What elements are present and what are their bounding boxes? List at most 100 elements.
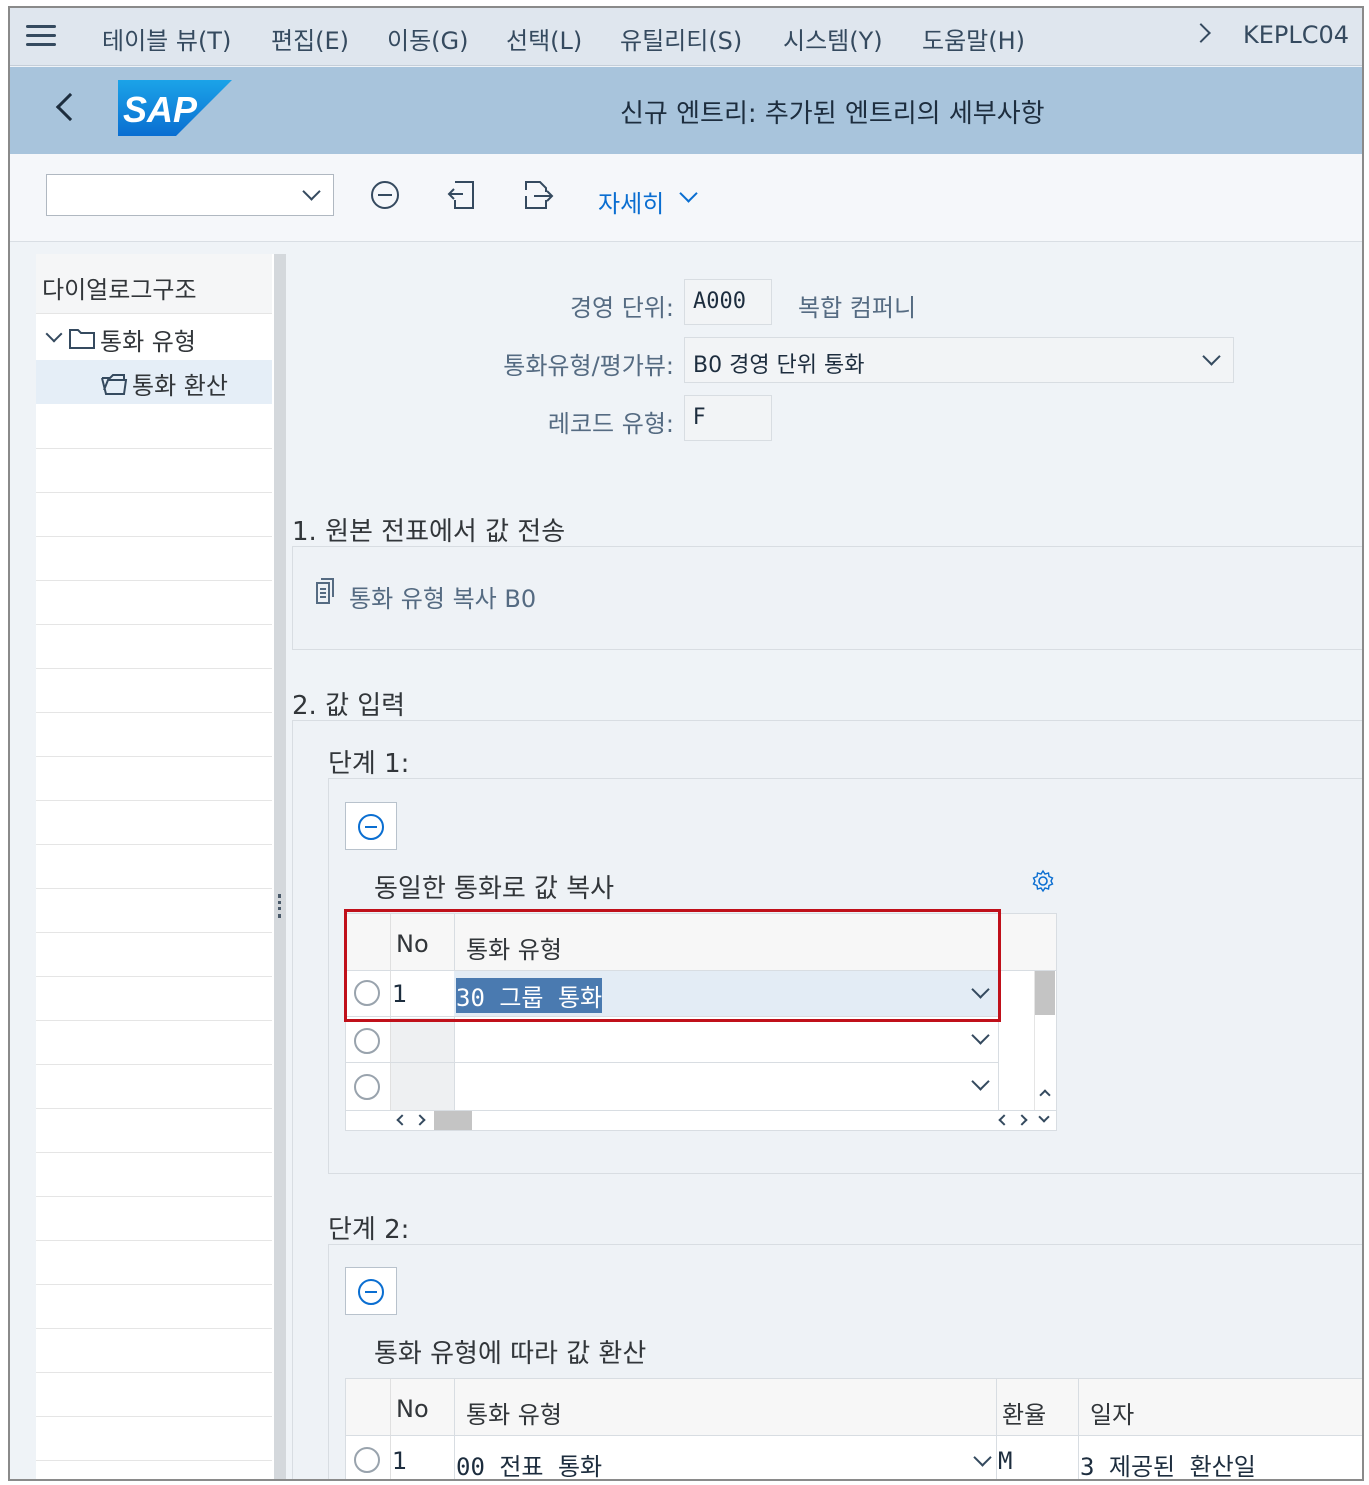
scrollbar-thumb[interactable] (1035, 971, 1055, 1015)
row-number-cells (391, 1018, 454, 1110)
horizontal-scrollbar[interactable] (346, 1111, 1056, 1130)
menu-goto[interactable]: 이동(G) (387, 21, 468, 56)
column-header-currency-type[interactable]: 통화 유형 (466, 1395, 562, 1430)
menu-table-view[interactable]: 테이블 뷰(T) (102, 21, 231, 56)
scroll-left-icon[interactable] (998, 1114, 1010, 1126)
column-divider (454, 1379, 455, 1479)
tree-divider (36, 1372, 272, 1373)
dialog-structure-tree: 다이얼로그구조 통화 유형 통화 환산 (36, 254, 274, 1479)
more-chevron-icon (679, 184, 698, 203)
tree-header: 다이얼로그구조 (36, 254, 272, 314)
gear-icon[interactable] (1031, 869, 1055, 893)
row-divider (346, 1435, 1362, 1436)
menu-help[interactable]: 도움말(H) (922, 21, 1025, 56)
record-type-label: 레코드 유형: (547, 410, 674, 438)
tree-divider (36, 668, 272, 669)
tree-divider (36, 1064, 272, 1065)
chevron-down-icon (1202, 347, 1221, 366)
title-bar: SAP 신규 엔트리: 추가된 엔트리의 세부사항 (10, 67, 1362, 154)
step-2-title: 단계 2: (328, 1215, 410, 1245)
chevron-down-icon (302, 182, 321, 201)
tree-divider (36, 448, 272, 449)
next-entry-icon[interactable] (520, 178, 554, 212)
open-folder-icon (101, 374, 128, 395)
record-type-field[interactable]: F (684, 395, 772, 441)
collapse-icon (358, 1279, 384, 1305)
tree-divider (36, 756, 272, 757)
previous-entry-icon[interactable] (445, 178, 479, 212)
column-header-exchange-rate[interactable]: 환율 (1002, 1395, 1046, 1430)
currency-type-cell[interactable]: 00 전표 통화 (456, 1447, 602, 1479)
copy-currency-type-link[interactable]: 통화 유형 복사 B0 (349, 579, 536, 614)
currency-type-value: B0 경영 단위 통화 (693, 353, 865, 378)
column-header-date[interactable]: 일자 (1090, 1395, 1134, 1430)
expand-chevron-icon[interactable] (45, 325, 63, 343)
collapse-icon (358, 814, 384, 840)
tree-item-currency-conversion[interactable]: 통화 환산 (36, 360, 272, 404)
menu-utilities[interactable]: 유틸리티(S) (620, 21, 742, 56)
chevron-down-icon[interactable] (973, 1448, 992, 1467)
collapse-icon[interactable] (368, 178, 402, 212)
menu-system[interactable]: 시스템(Y) (783, 21, 883, 56)
tree-divider (36, 1328, 272, 1329)
svg-text:SAP: SAP (123, 89, 198, 130)
scroll-left-icon[interactable] (396, 1114, 408, 1126)
menu-selection[interactable]: 선택(L) (506, 21, 582, 56)
scroll-right-icon[interactable] (414, 1114, 426, 1126)
chevron-right-icon[interactable] (1191, 23, 1211, 43)
tree-item-label: 통화 유형 (100, 328, 196, 356)
row-select-radio[interactable] (354, 1447, 380, 1473)
tree-divider (36, 932, 272, 933)
tree-divider (36, 844, 272, 845)
currency-type-cell[interactable] (454, 1017, 998, 1062)
tree-divider (36, 1284, 272, 1285)
date-cell[interactable]: 3 제공된 환산일 (1080, 1447, 1256, 1479)
currency-type-cell[interactable] (454, 1063, 998, 1109)
company-field[interactable]: A000 (684, 279, 772, 325)
copy-icon (316, 578, 334, 604)
column-divider (996, 1379, 997, 1479)
command-select[interactable] (46, 174, 334, 216)
tree-divider (36, 624, 272, 625)
vertical-scrollbar[interactable] (1034, 971, 1055, 1110)
tree-divider (36, 712, 272, 713)
menu-edit[interactable]: 편집(E) (271, 21, 349, 56)
currency-type-select[interactable]: B0 경영 단위 통화 (684, 337, 1234, 383)
tree-divider (36, 888, 272, 889)
row-select-radio[interactable] (354, 1074, 380, 1100)
scrollbar-thumb[interactable] (434, 1111, 472, 1130)
step-2-table-title: 통화 유형에 따라 값 환산 (374, 1339, 647, 1369)
collapse-step-1-button[interactable] (345, 802, 397, 850)
currency-type-label: 통화유형/평가뷰: (503, 352, 674, 380)
scroll-right-icon[interactable] (1016, 1114, 1028, 1126)
exchange-rate-cell[interactable]: M (998, 1447, 1012, 1475)
tree-divider (36, 1460, 272, 1461)
step-1-title: 단계 1: (328, 749, 410, 779)
toolbar: 자세히 (10, 154, 1362, 242)
column-header-no[interactable]: No (396, 1395, 429, 1423)
tree-divider (36, 1416, 272, 1417)
folder-icon (69, 329, 95, 349)
company-description: 복합 컴퍼니 (798, 294, 917, 322)
scroll-down-icon[interactable] (1038, 1111, 1050, 1123)
splitter-grip-icon[interactable] (278, 894, 281, 918)
tree-divider (36, 1020, 272, 1021)
sap-logo: SAP (118, 80, 232, 136)
chevron-down-icon[interactable] (971, 1026, 990, 1045)
sap-window: 테이블 뷰(T) 편집(E) 이동(G) 선택(L) 유틸리티(S) 시스템(Y… (8, 6, 1364, 1481)
step-2-table: No 통화 유형 환율 일자 1 00 전표 통화 M 3 제공된 환산일 (345, 1378, 1362, 1479)
scroll-up-icon[interactable] (1039, 1089, 1051, 1101)
row-select-radio[interactable] (354, 1028, 380, 1054)
splitter-handle[interactable] (274, 254, 286, 1479)
tree-item-currency-type[interactable]: 통화 유형 (36, 316, 272, 360)
chevron-down-icon[interactable] (971, 1072, 990, 1091)
step-1-table-title: 동일한 통화로 값 복사 (374, 874, 615, 904)
section-1-title: 1. 원본 전표에서 값 전송 (292, 517, 566, 547)
section-2-title: 2. 값 입력 (292, 691, 406, 721)
hamburger-menu-icon[interactable] (26, 25, 56, 49)
collapse-step-2-button[interactable] (345, 1267, 397, 1315)
company-label: 경영 단위: (569, 294, 674, 322)
more-button[interactable]: 자세히 (598, 184, 664, 219)
back-arrow-icon[interactable] (55, 92, 85, 122)
tree-header-label: 다이얼로그구조 (42, 276, 197, 304)
